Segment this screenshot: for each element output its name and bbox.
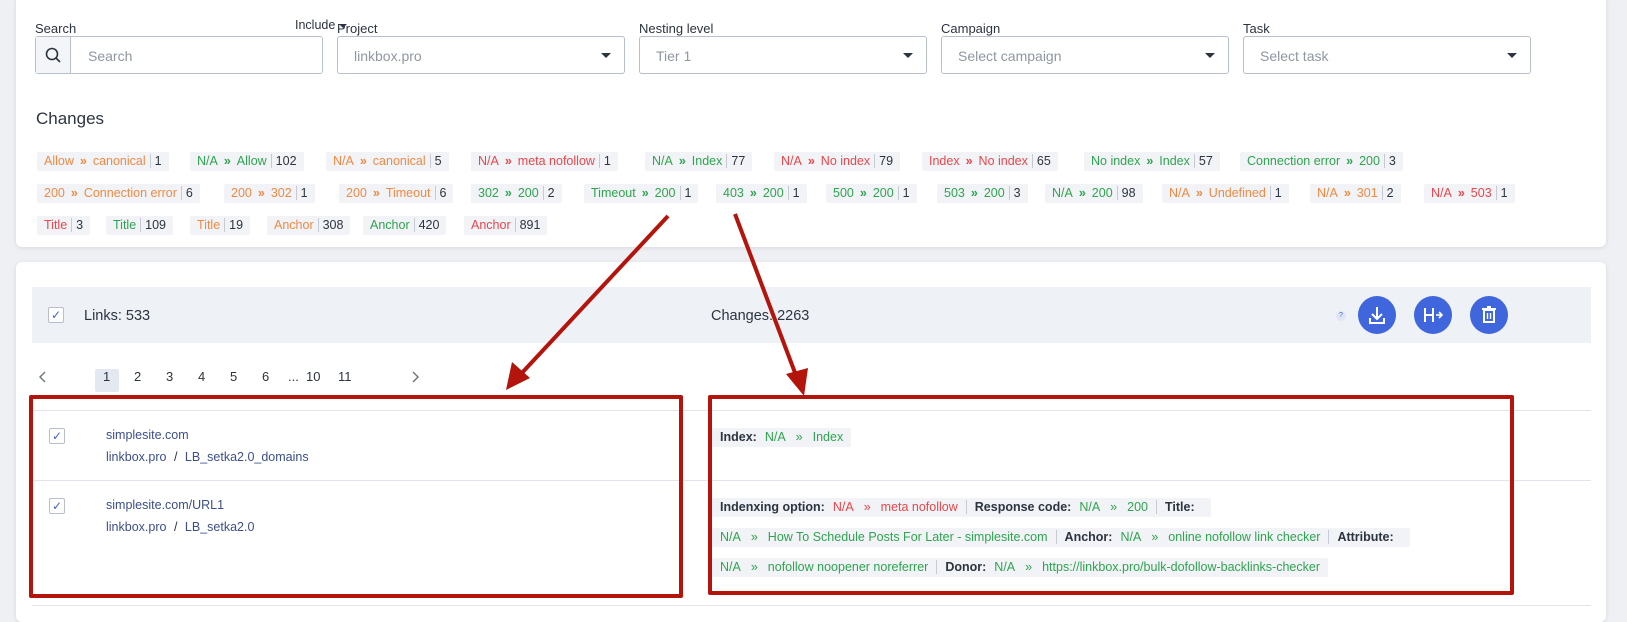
annotation-arrowhead-right <box>786 368 808 396</box>
annotation-arrow-right <box>733 213 799 379</box>
annotation-arrow-left <box>518 214 670 377</box>
annotation-arrows <box>506 213 808 396</box>
